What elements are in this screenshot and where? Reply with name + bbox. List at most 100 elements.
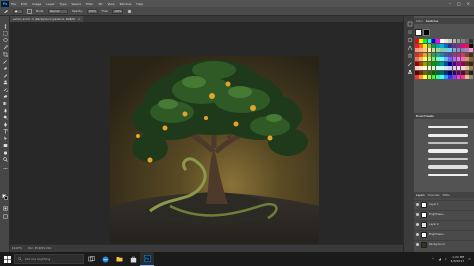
color-swatch[interactable] <box>465 75 469 79</box>
brush-preset-row[interactable] <box>418 140 472 146</box>
history-panel-icon[interactable] <box>406 21 413 27</box>
color-swatch[interactable] <box>427 75 432 79</box>
network-icon[interactable]: ◢ <box>438 257 440 261</box>
close-tab-icon[interactable]: × <box>78 18 80 21</box>
color-swatch[interactable] <box>452 75 457 79</box>
visibility-eye-icon[interactable] <box>416 243 419 246</box>
color-swatch[interactable] <box>431 61 436 66</box>
brush-tool-icon-active[interactable] <box>2 73 8 78</box>
flow-field[interactable]: 100% <box>112 8 124 14</box>
canvas-area[interactable] <box>10 22 403 263</box>
color-swatch[interactable] <box>452 57 457 61</box>
color-swatch[interactable] <box>431 66 436 70</box>
color-swatch[interactable] <box>435 66 440 70</box>
color-swatch[interactable] <box>469 48 473 52</box>
brush-preset-row[interactable] <box>418 124 472 130</box>
color-swatch[interactable] <box>423 48 428 52</box>
color-swatch[interactable] <box>456 75 461 79</box>
menu-image[interactable]: Image <box>32 2 41 6</box>
quick-select-tool-icon[interactable] <box>2 45 8 50</box>
color-swatch[interactable] <box>435 57 440 61</box>
minimize-icon[interactable]: – <box>449 1 451 6</box>
color-swatch[interactable] <box>465 48 469 52</box>
brush-tool-icon[interactable] <box>3 8 9 14</box>
tree-artwork[interactable] <box>110 56 319 263</box>
color-swatch[interactable] <box>456 43 461 48</box>
color-swatch[interactable] <box>423 57 428 61</box>
color-swatch[interactable] <box>435 70 440 75</box>
menu-3d[interactable]: 3D <box>98 2 102 6</box>
color-swatch[interactable] <box>469 39 473 43</box>
color-swatch[interactable] <box>444 75 448 79</box>
color-swatch[interactable] <box>444 43 448 48</box>
color-swatch[interactable] <box>444 61 448 66</box>
action-center-icon[interactable]: ▭ <box>468 257 471 261</box>
color-swatch[interactable] <box>460 57 465 61</box>
eyedropper-tool-icon[interactable] <box>2 59 8 64</box>
color-swatch[interactable] <box>465 43 469 48</box>
menu-layer[interactable]: Layer <box>46 2 54 6</box>
menu-help[interactable]: Help <box>136 2 143 6</box>
color-swatch[interactable] <box>415 57 419 61</box>
visibility-eye-icon[interactable] <box>416 223 419 226</box>
color-swatch[interactable] <box>444 48 448 52</box>
color-swatch[interactable] <box>419 43 423 48</box>
visibility-eye-icon[interactable] <box>416 233 419 236</box>
color-swatch[interactable] <box>427 43 432 48</box>
color-swatch[interactable] <box>465 39 469 43</box>
color-swatch[interactable] <box>452 43 457 48</box>
color-swatch[interactable] <box>419 57 423 61</box>
zoom-level[interactable]: 16.67% <box>12 247 22 250</box>
volume-icon[interactable]: ♪ <box>445 257 447 261</box>
color-swatch[interactable] <box>456 39 461 43</box>
photoshop-taskbar-icon[interactable]: Ps <box>140 252 154 266</box>
menu-filter[interactable]: Filter <box>86 2 93 6</box>
color-swatch[interactable] <box>469 43 473 48</box>
more-tools-icon[interactable] <box>2 166 8 171</box>
brush-preset-row[interactable] <box>418 172 472 178</box>
color-swatch[interactable] <box>435 43 440 48</box>
zoom-tool-icon[interactable] <box>2 157 8 162</box>
store-icon[interactable] <box>126 252 140 266</box>
visibility-eye-icon[interactable] <box>416 203 419 206</box>
color-swatch[interactable] <box>435 48 440 52</box>
menu-file[interactable]: File <box>11 2 16 6</box>
layer-row[interactable]: Background <box>414 240 474 248</box>
taskbar-search-box[interactable]: Ask me anything <box>14 254 84 264</box>
path-select-tool-icon[interactable] <box>2 136 8 141</box>
color-swatch[interactable] <box>423 66 428 70</box>
layer-row[interactable]: Brightness... <box>414 230 474 238</box>
layer-row[interactable]: Layer 1 <box>414 200 474 208</box>
brush-settings-panel-icon[interactable] <box>406 61 413 67</box>
color-swatch[interactable] <box>456 61 461 66</box>
color-swatch[interactable] <box>440 52 444 57</box>
healing-brush-tool-icon[interactable] <box>2 66 8 71</box>
color-swatch[interactable] <box>423 75 428 79</box>
tab-brush-presets[interactable]: Brush Presets <box>416 115 434 118</box>
color-swatch[interactable] <box>435 39 440 43</box>
fg-swatch-preview[interactable] <box>415 28 422 36</box>
background-color-swatch[interactable] <box>4 196 8 200</box>
character-panel-icon[interactable] <box>406 45 413 51</box>
color-swatch[interactable] <box>435 75 440 79</box>
color-swatch[interactable] <box>460 43 465 48</box>
color-swatch[interactable] <box>427 39 432 43</box>
crop-tool-icon[interactable] <box>2 52 8 57</box>
blur-tool-icon[interactable] <box>2 108 8 113</box>
color-swatch[interactable] <box>415 61 419 66</box>
color-swatch[interactable] <box>448 43 453 48</box>
properties-panel-icon[interactable] <box>406 29 413 35</box>
color-swatch[interactable] <box>469 66 473 70</box>
tab-layers[interactable]: Layers <box>416 194 425 197</box>
color-swatch[interactable] <box>431 70 436 75</box>
color-swatch[interactable] <box>456 48 461 52</box>
color-swatch[interactable] <box>423 70 428 75</box>
color-swatch[interactable] <box>415 75 419 79</box>
adjustments-panel-icon[interactable] <box>406 37 413 43</box>
color-swatch[interactable] <box>423 61 428 66</box>
tab-paths[interactable]: Paths <box>443 194 450 197</box>
color-swatch[interactable] <box>448 66 453 70</box>
color-swatch[interactable] <box>415 39 419 43</box>
color-swatch[interactable] <box>456 57 461 61</box>
brush-preset-row[interactable] <box>418 148 472 154</box>
